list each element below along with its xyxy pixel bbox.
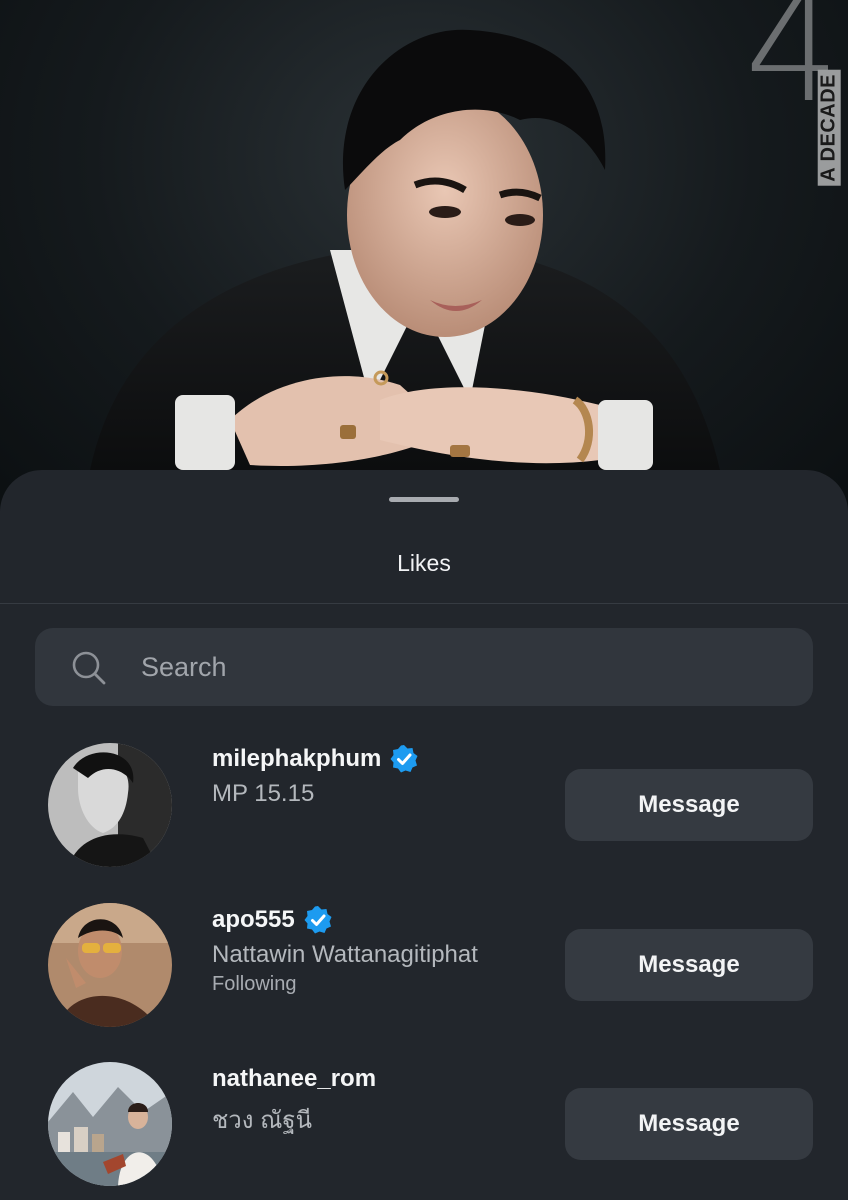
username-line[interactable]: milephakphum (212, 742, 552, 776)
message-button[interactable]: Message (565, 769, 813, 841)
avatar[interactable] (48, 903, 172, 1027)
divider (0, 603, 848, 604)
brand-text: A DECADE (818, 70, 841, 186)
username-line[interactable]: nathanee_rom (212, 1062, 552, 1096)
verified-badge-icon (390, 745, 418, 773)
post-photo: 4 A DECADE (0, 0, 848, 520)
brand-logo: 4 A DECADE (700, 0, 841, 186)
username[interactable]: apo555 (212, 906, 295, 934)
user-text: milephakphum MP 15.15 (212, 743, 552, 808)
full-name: MP 15.15 (212, 780, 315, 807)
list-item[interactable]: apo555 Nattawin Wattanagitiphat Followin… (0, 903, 848, 1043)
drag-handle[interactable] (389, 497, 459, 502)
username[interactable]: milephakphum (212, 745, 381, 773)
list-item[interactable]: milephakphum MP 15.15 Message (0, 743, 848, 883)
avatar[interactable] (48, 743, 172, 867)
user-text: nathanee_rom ชวง ณัฐนี (212, 1062, 552, 1139)
search-icon (72, 651, 106, 685)
following-status: Following (212, 973, 297, 995)
verified-badge-icon (304, 906, 332, 934)
username-line[interactable]: apo555 (212, 903, 552, 937)
search-input[interactable] (141, 628, 781, 706)
search-bar[interactable] (35, 628, 813, 706)
full-name: Nattawin Wattanagitiphat (212, 941, 478, 968)
message-button[interactable]: Message (565, 929, 813, 1001)
username[interactable]: nathanee_rom (212, 1065, 376, 1093)
full-name: ชวง ณัฐนี (212, 1107, 313, 1134)
user-text: apo555 Nattawin Wattanagitiphat Followin… (212, 903, 552, 996)
likes-sheet: Likes milephakphum (0, 470, 848, 1200)
list-item[interactable]: nathanee_rom ชวง ณัฐนี Message (0, 1062, 848, 1200)
avatar[interactable] (48, 1062, 172, 1186)
sheet-title: Likes (397, 550, 451, 576)
message-button[interactable]: Message (565, 1088, 813, 1160)
